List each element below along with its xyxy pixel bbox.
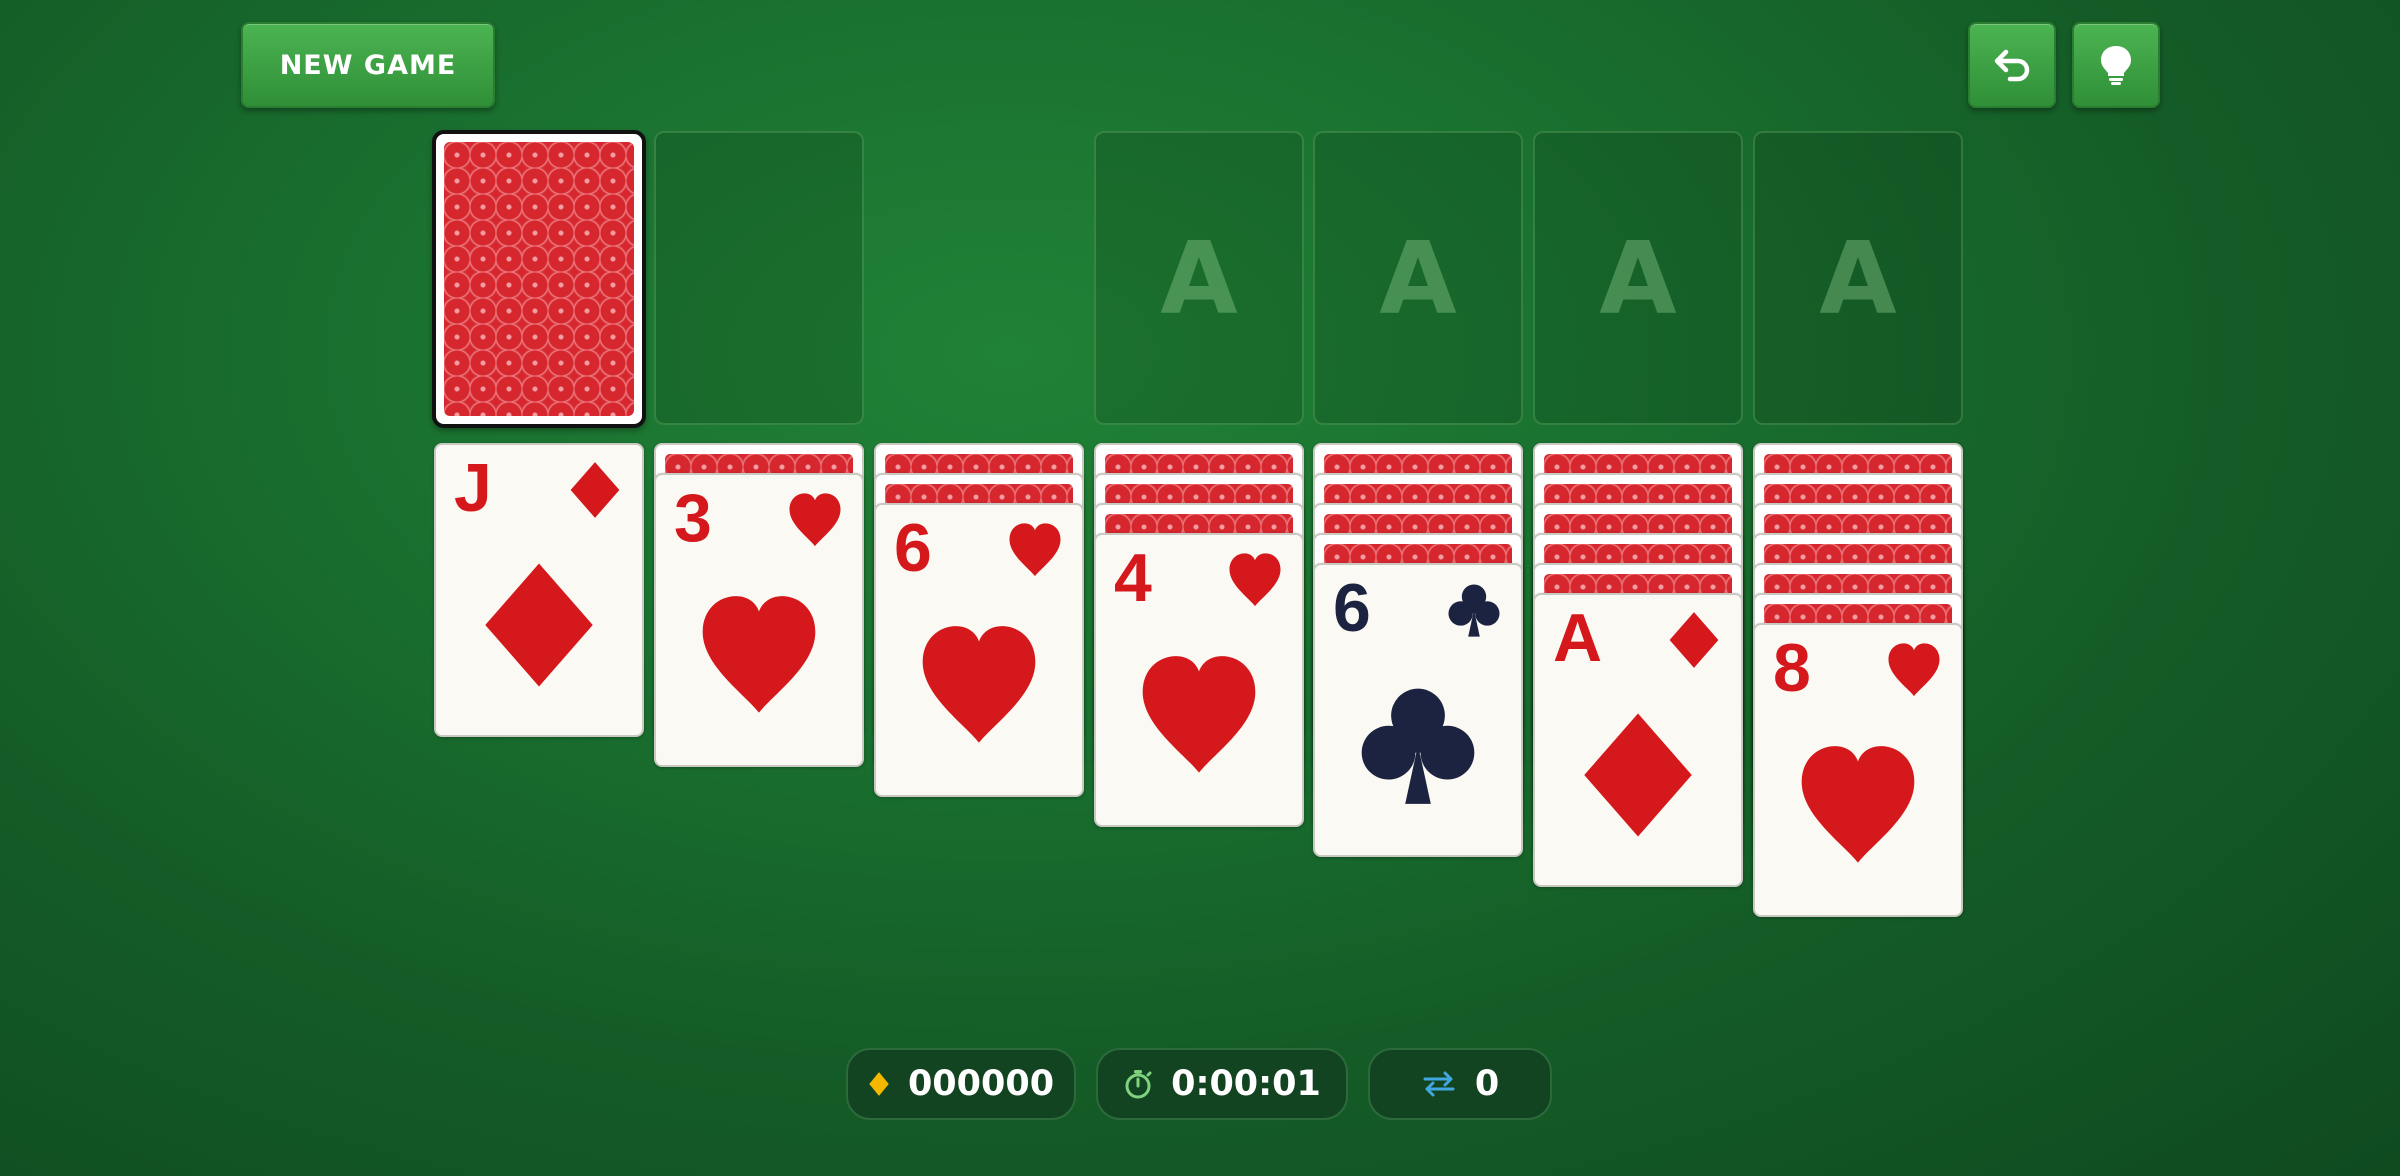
tableau-card[interactable]: A <box>1533 593 1743 887</box>
card-rank: 6 <box>1333 570 1371 646</box>
card-rank: 8 <box>1773 630 1811 706</box>
card-rank: 3 <box>674 480 712 556</box>
diamond-icon <box>1574 705 1702 845</box>
score-display: 000000 <box>846 1048 1076 1120</box>
heart-icon <box>1885 641 1943 699</box>
heart-icon <box>915 615 1043 755</box>
tableau-card[interactable]: 6 <box>874 503 1084 797</box>
stock-pile[interactable] <box>432 130 646 428</box>
heart-icon <box>1135 645 1263 785</box>
club-icon <box>1445 581 1503 639</box>
stopwatch-icon <box>1125 1070 1152 1099</box>
heart-icon <box>1006 521 1064 579</box>
foundation-1[interactable]: A <box>1094 131 1304 425</box>
lightbulb-icon <box>2101 46 2131 85</box>
undo-arrow-icon <box>1994 49 2030 82</box>
card-rank: 4 <box>1114 540 1152 616</box>
moves-value: 0 <box>1474 1064 1500 1104</box>
tableau-card[interactable]: J <box>434 443 644 737</box>
new-game-button[interactable]: NEW GAME <box>241 22 495 108</box>
card-rank: J <box>454 450 492 526</box>
heart-icon <box>695 585 823 725</box>
heart-icon <box>1794 735 1922 875</box>
card-rank: A <box>1553 600 1603 676</box>
heart-icon <box>1226 551 1284 609</box>
time-value: 0:00:01 <box>1171 1064 1321 1104</box>
foundation-4[interactable]: A <box>1753 131 1963 425</box>
swap-arrows-icon <box>1423 1071 1455 1097</box>
diamond-icon <box>1665 611 1723 669</box>
tableau-card[interactable]: 3 <box>654 473 864 767</box>
diamond-icon <box>475 555 603 695</box>
diamond-icon <box>869 1072 889 1096</box>
foundation-2[interactable]: A <box>1313 131 1523 425</box>
tableau-card[interactable]: 4 <box>1094 533 1304 827</box>
heart-icon <box>786 491 844 549</box>
undo-button[interactable] <box>1968 22 2056 108</box>
waste-pile[interactable] <box>654 131 864 425</box>
card-rank: 6 <box>894 510 932 586</box>
hint-button[interactable] <box>2072 22 2160 108</box>
card-back-pattern <box>444 142 634 416</box>
foundation-3[interactable]: A <box>1533 131 1743 425</box>
club-icon <box>1354 675 1482 815</box>
moves-display: 0 <box>1368 1048 1552 1120</box>
diamond-icon <box>566 461 624 519</box>
tableau-card[interactable]: 6 <box>1313 563 1523 857</box>
score-value: 000000 <box>907 1064 1055 1104</box>
timer-display: 0:00:01 <box>1096 1048 1348 1120</box>
tableau-card[interactable]: 8 <box>1753 623 1963 917</box>
